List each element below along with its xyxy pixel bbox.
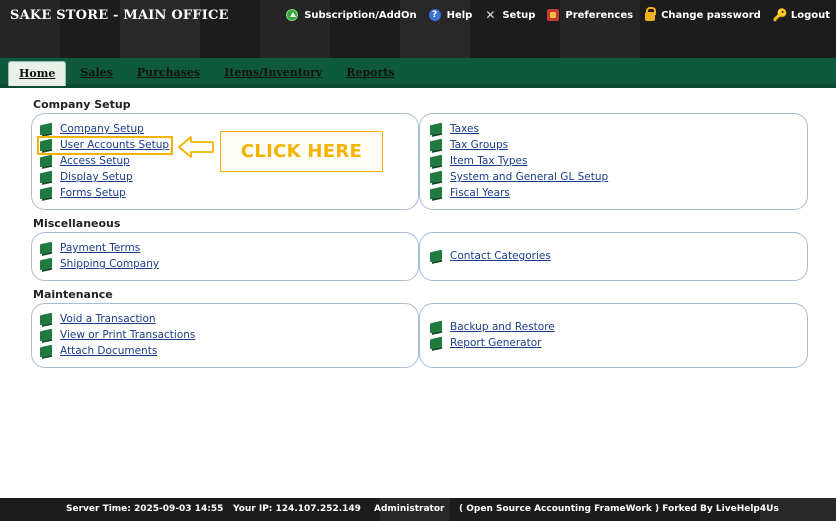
subscription-icon bbox=[286, 9, 299, 21]
help-link[interactable]: ? Help bbox=[428, 9, 473, 21]
book-icon bbox=[40, 344, 52, 358]
tab-sales[interactable]: Sales bbox=[70, 61, 122, 86]
preferences-link[interactable]: Preferences bbox=[547, 9, 633, 21]
key-icon: 🔑 bbox=[772, 8, 788, 22]
section-title-maintenance: Maintenance bbox=[33, 288, 113, 301]
main-tabs: Home Sales Purchases Items/Inventory Rep… bbox=[8, 61, 409, 86]
book-icon bbox=[40, 328, 52, 342]
link-taxes[interactable]: Taxes bbox=[430, 122, 479, 136]
book-icon bbox=[40, 241, 52, 255]
highlight-box bbox=[37, 136, 173, 155]
link-forms-setup[interactable]: Forms Setup bbox=[40, 186, 126, 200]
link-payment-terms[interactable]: Payment Terms bbox=[40, 241, 140, 255]
link-attach-documents[interactable]: Attach Documents bbox=[40, 344, 157, 358]
book-icon bbox=[430, 122, 442, 136]
status-footer: Server Time: 2025-09-03 14:55 Your IP: 1… bbox=[0, 498, 836, 521]
tab-home[interactable]: Home bbox=[8, 61, 67, 86]
link-tax-groups[interactable]: Tax Groups bbox=[430, 138, 508, 152]
link-system-general-gl-setup[interactable]: System and General GL Setup bbox=[430, 170, 608, 184]
preferences-icon bbox=[547, 9, 560, 21]
company-title: SAKE STORE - MAIN OFFICE bbox=[10, 8, 229, 23]
book-icon bbox=[40, 312, 52, 326]
main-tab-bar: Home Sales Purchases Items/Inventory Rep… bbox=[0, 58, 836, 88]
setup-label: Setup bbox=[502, 9, 536, 21]
book-icon bbox=[40, 154, 52, 168]
link-shipping-company[interactable]: Shipping Company bbox=[40, 257, 159, 271]
book-icon bbox=[430, 249, 442, 263]
subscription-link[interactable]: Subscription/AddOn bbox=[286, 9, 417, 21]
click-here-callout: CLICK HERE bbox=[220, 131, 383, 172]
section-title-company-setup: Company Setup bbox=[33, 98, 131, 111]
current-user: Administrator bbox=[374, 504, 445, 514]
book-icon bbox=[430, 186, 442, 200]
left-arrow-icon bbox=[178, 136, 214, 158]
misc-left-panel bbox=[31, 232, 419, 281]
setup-icon: ✕ bbox=[485, 8, 496, 22]
top-menu: Subscription/AddOn ? Help ✕ Setup Prefer… bbox=[274, 7, 830, 21]
book-icon bbox=[40, 122, 52, 136]
tab-reports[interactable]: Reports bbox=[336, 61, 404, 86]
link-display-setup[interactable]: Display Setup bbox=[40, 170, 133, 184]
help-icon: ? bbox=[428, 9, 441, 21]
link-view-print-transactions[interactable]: View or Print Transactions bbox=[40, 328, 195, 342]
book-icon bbox=[430, 320, 442, 334]
change-password-link[interactable]: Change password bbox=[645, 7, 761, 21]
preferences-label: Preferences bbox=[565, 9, 634, 21]
link-access-setup[interactable]: Access Setup bbox=[40, 154, 130, 168]
logout-link[interactable]: 🔑 Logout bbox=[773, 9, 830, 21]
maintenance-right-panel bbox=[419, 303, 808, 368]
setup-link[interactable]: ✕ Setup bbox=[484, 9, 535, 21]
book-icon bbox=[430, 154, 442, 168]
link-report-generator[interactable]: Report Generator bbox=[430, 336, 541, 350]
help-label: Help bbox=[446, 9, 473, 21]
lock-icon bbox=[645, 7, 657, 21]
link-item-tax-types[interactable]: Item Tax Types bbox=[430, 154, 528, 168]
link-company-setup[interactable]: Company Setup bbox=[40, 122, 144, 136]
book-icon bbox=[40, 257, 52, 271]
tab-purchases[interactable]: Purchases bbox=[127, 61, 210, 86]
link-contact-categories[interactable]: Contact Categories bbox=[430, 249, 551, 263]
link-fiscal-years[interactable]: Fiscal Years bbox=[430, 186, 510, 200]
top-header: SAKE STORE - MAIN OFFICE Subscription/Ad… bbox=[0, 0, 836, 58]
framework-credit: ( Open Source Accounting FrameWork ) For… bbox=[459, 504, 779, 514]
tab-items-inventory[interactable]: Items/Inventory bbox=[214, 61, 332, 86]
client-ip: Your IP: 124.107.252.149 bbox=[233, 504, 361, 514]
book-icon bbox=[430, 170, 442, 184]
book-icon bbox=[430, 138, 442, 152]
change-password-label: Change password bbox=[661, 9, 761, 21]
book-icon bbox=[430, 336, 442, 350]
section-title-miscellaneous: Miscellaneous bbox=[33, 217, 121, 230]
server-time: Server Time: 2025-09-03 14:55 bbox=[66, 504, 224, 514]
book-icon bbox=[40, 170, 52, 184]
logout-label: Logout bbox=[790, 9, 830, 21]
subscription-label: Subscription/AddOn bbox=[304, 9, 417, 21]
link-void-transaction[interactable]: Void a Transaction bbox=[40, 312, 156, 326]
book-icon bbox=[40, 186, 52, 200]
link-backup-restore[interactable]: Backup and Restore bbox=[430, 320, 555, 334]
